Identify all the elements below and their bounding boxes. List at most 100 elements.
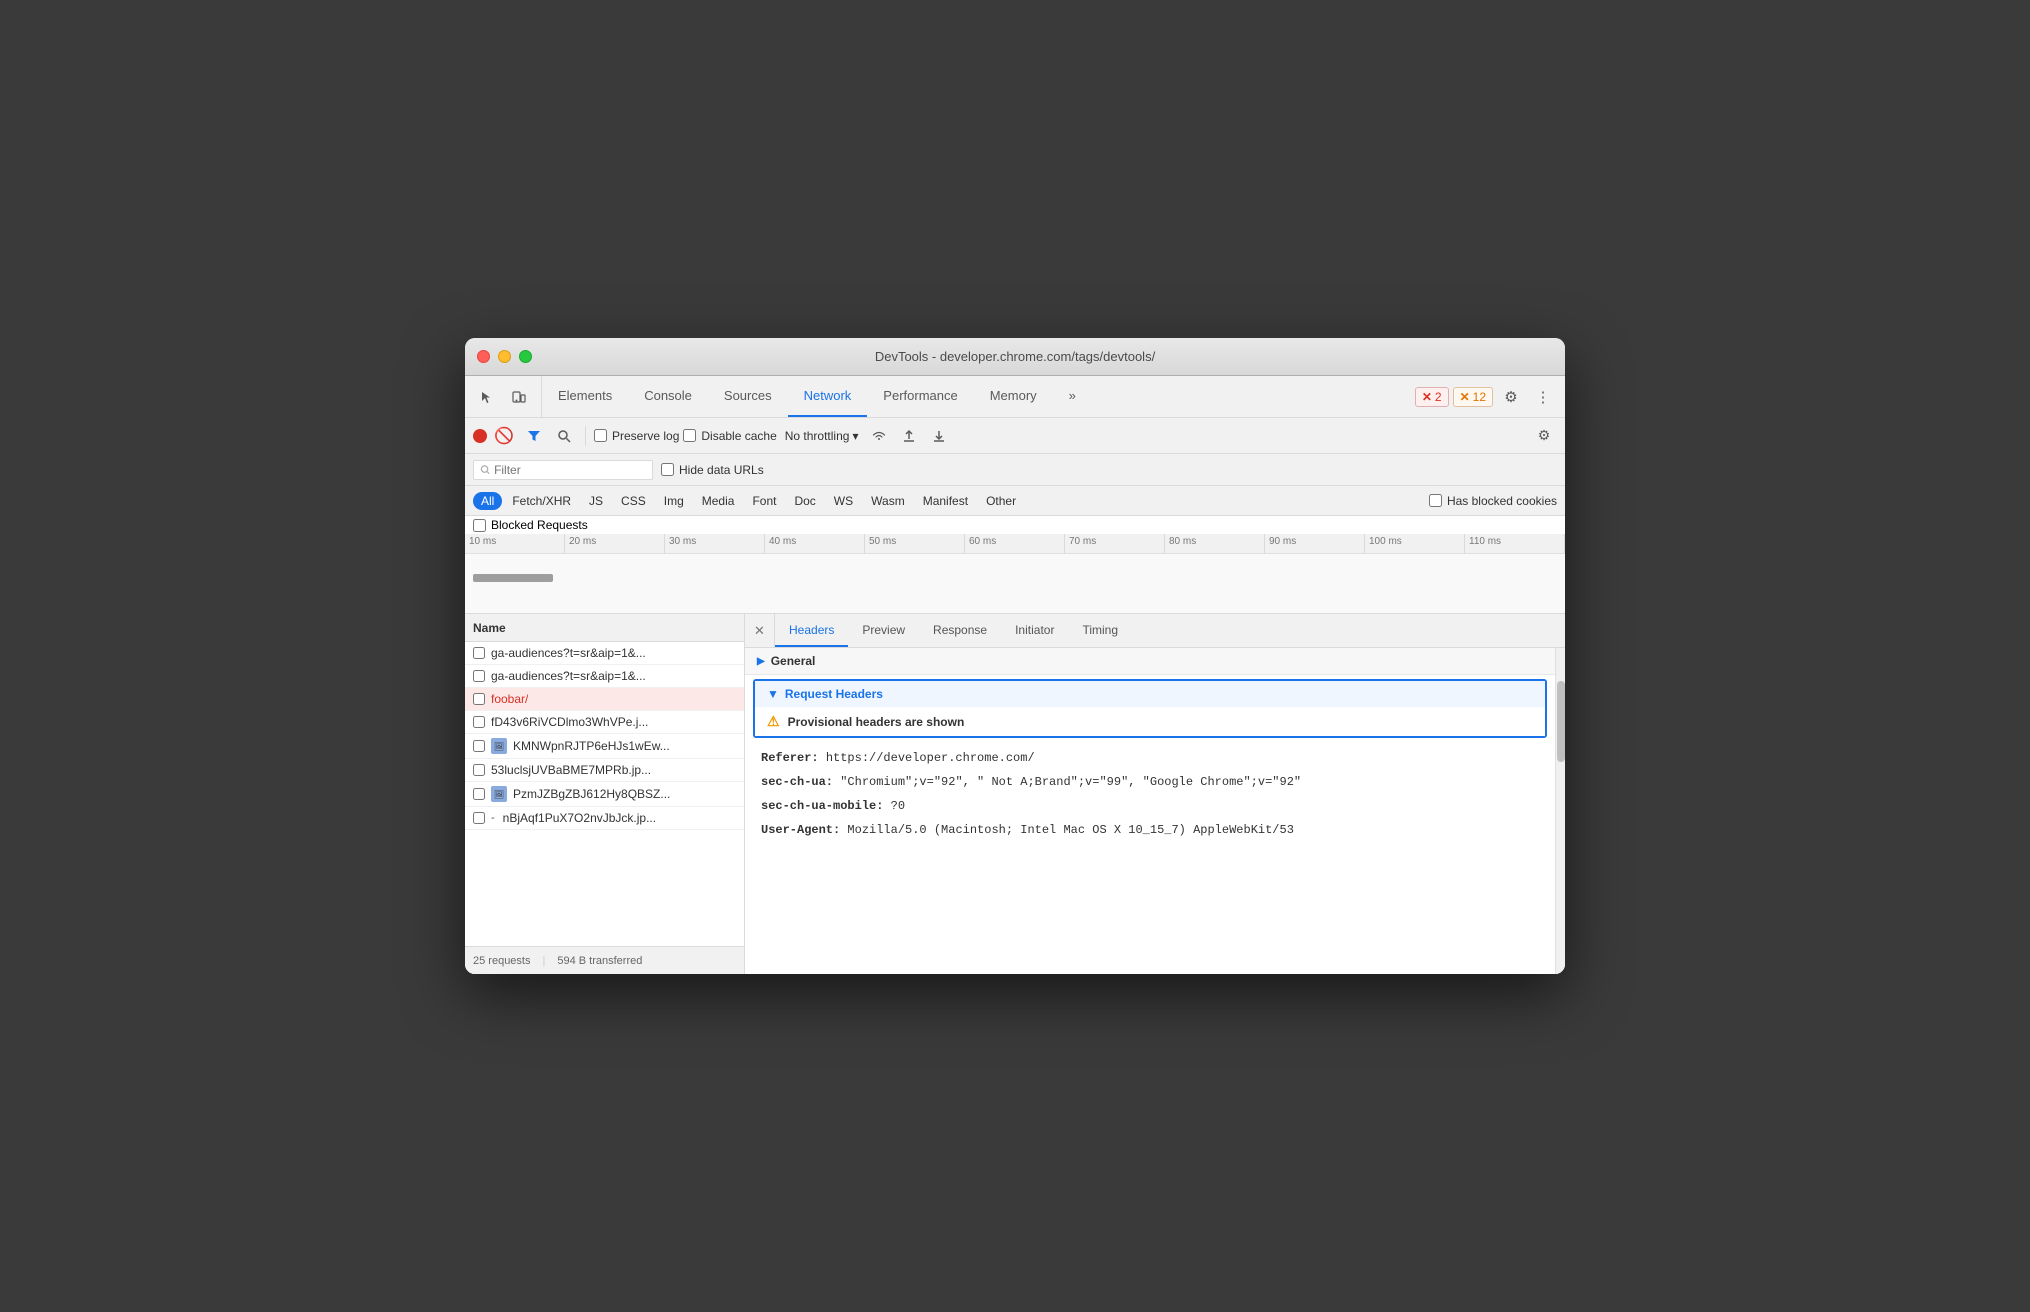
window-title: DevTools - developer.chrome.com/tags/dev…: [875, 349, 1155, 364]
more-menu-icon[interactable]: ⋮: [1529, 383, 1557, 411]
list-item[interactable]: fD43v6RiVCDlmo3WhVPe.j...: [465, 711, 744, 734]
cursor-icon[interactable]: [473, 383, 501, 411]
toolbar-separator-1: [585, 426, 586, 446]
type-btn-fetch-xhr[interactable]: Fetch/XHR: [504, 492, 579, 510]
detail-content: ▶ General ▼ Request Headers: [745, 648, 1555, 974]
tick-60ms: 60 ms: [965, 534, 1065, 553]
tick-40ms: 40 ms: [765, 534, 865, 553]
tab-more[interactable]: »: [1053, 376, 1092, 417]
table-row: sec-ch-ua: "Chromium";v="92", " Not A;Br…: [745, 770, 1555, 794]
record-button[interactable]: [473, 429, 487, 443]
network-settings-icon[interactable]: ⚙: [1531, 423, 1557, 449]
warning-triangle-icon: ⚠: [767, 713, 780, 730]
tab-sources[interactable]: Sources: [708, 376, 788, 417]
type-btn-js[interactable]: JS: [581, 492, 611, 510]
type-btn-ws[interactable]: WS: [826, 492, 861, 510]
type-btn-font[interactable]: Font: [744, 492, 784, 510]
request-headers-section: ▼ Request Headers ⚠ Provisional headers …: [745, 679, 1555, 738]
table-row: User-Agent: Mozilla/5.0 (Macintosh; Inte…: [745, 818, 1555, 842]
devtools-window: DevTools - developer.chrome.com/tags/dev…: [465, 338, 1565, 974]
throttling-dropdown[interactable]: No throttling ▾: [781, 427, 863, 445]
type-btn-doc[interactable]: Doc: [786, 492, 823, 510]
maximize-button[interactable]: [519, 350, 532, 363]
file-thumbnail: 🖼: [491, 786, 507, 802]
main-tabs: Elements Console Sources Network Perform…: [542, 376, 1407, 417]
list-item[interactable]: 🖼 KMNWpnRJTP6eHJs1wEw...: [465, 734, 744, 759]
close-button[interactable]: [477, 350, 490, 363]
download-icon[interactable]: [926, 423, 952, 449]
type-btn-wasm[interactable]: Wasm: [863, 492, 913, 510]
list-item[interactable]: ga-audiences?t=sr&aip=1&...: [465, 665, 744, 688]
upload-icon[interactable]: [896, 423, 922, 449]
traffic-lights: [477, 350, 532, 363]
type-btn-manifest[interactable]: Manifest: [915, 492, 976, 510]
file-checkbox[interactable]: [473, 647, 485, 659]
list-item[interactable]: 🖼 PzmJZBgZBJ612Hy8QBSZ...: [465, 782, 744, 807]
file-list-pane: Name ga-audiences?t=sr&aip=1&... ga-audi…: [465, 614, 745, 974]
list-item[interactable]: 53luclsjUVBaBME7MPRb.jp...: [465, 759, 744, 782]
list-item-selected[interactable]: foobar/: [465, 688, 744, 711]
file-checkbox[interactable]: [473, 693, 485, 705]
detail-close-button[interactable]: ✕: [745, 614, 775, 647]
devtools-body: Elements Console Sources Network Perform…: [465, 376, 1565, 974]
wifi-icon[interactable]: [866, 423, 892, 449]
type-btn-img[interactable]: Img: [656, 492, 692, 510]
table-row: Referer: https://developer.chrome.com/: [745, 746, 1555, 770]
detail-tab-headers[interactable]: Headers: [775, 614, 848, 647]
detail-scroll-thumb[interactable]: [1557, 681, 1565, 763]
disable-cache-checkbox[interactable]: Disable cache: [683, 429, 776, 443]
file-checkbox[interactable]: [473, 764, 485, 776]
tick-10ms: 10 ms: [465, 534, 565, 553]
type-btn-other[interactable]: Other: [978, 492, 1024, 510]
blocked-requests-checkbox[interactable]: [473, 519, 486, 532]
blocked-requests-label: Blocked Requests: [491, 518, 588, 532]
detail-tab-initiator[interactable]: Initiator: [1001, 614, 1068, 647]
detail-scroll-track: [1555, 648, 1565, 974]
detail-tab-timing[interactable]: Timing: [1068, 614, 1132, 647]
detail-pane: ✕ Headers Preview Response Initiator Tim…: [745, 614, 1565, 974]
tab-memory[interactable]: Memory: [974, 376, 1053, 417]
filter-icon[interactable]: [521, 423, 547, 449]
timeline-bar: 10 ms 20 ms 30 ms 40 ms 50 ms 60 ms 70 m…: [465, 534, 1565, 614]
tick-90ms: 90 ms: [1265, 534, 1365, 553]
search-icon[interactable]: [551, 423, 577, 449]
device-icon[interactable]: [505, 383, 533, 411]
file-checkbox[interactable]: [473, 716, 485, 728]
tick-70ms: 70 ms: [1065, 534, 1165, 553]
list-item[interactable]: - nBjAqf1PuX7O2nvJbJck.jp...: [465, 807, 744, 830]
filter-input[interactable]: [494, 463, 646, 477]
type-btn-all[interactable]: All: [473, 492, 502, 510]
preserve-log-checkbox[interactable]: Preserve log: [594, 429, 679, 443]
request-headers-header[interactable]: ▼ Request Headers: [755, 681, 1545, 707]
has-blocked-cookies-checkbox[interactable]: Has blocked cookies: [1429, 494, 1557, 508]
tab-bar-right: ✕ 2 ✕ 12 ⚙ ⋮: [1407, 376, 1565, 417]
provisional-warning: ⚠ Provisional headers are shown: [755, 707, 1545, 736]
type-btn-media[interactable]: Media: [694, 492, 743, 510]
list-item[interactable]: ga-audiences?t=sr&aip=1&...: [465, 642, 744, 665]
file-checkbox[interactable]: [473, 788, 485, 800]
detail-tab-response[interactable]: Response: [919, 614, 1001, 647]
detail-scroll-area: ▶ General ▼ Request Headers: [745, 648, 1565, 974]
file-checkbox[interactable]: [473, 740, 485, 752]
tab-network[interactable]: Network: [788, 376, 868, 417]
warning-badge[interactable]: ✕ 12: [1453, 387, 1493, 407]
type-btn-css[interactable]: CSS: [613, 492, 654, 510]
minimize-button[interactable]: [498, 350, 511, 363]
network-toolbar: 🚫 Preserve log Disable cache: [465, 418, 1565, 454]
tick-50ms: 50 ms: [865, 534, 965, 553]
detail-tab-preview[interactable]: Preview: [848, 614, 919, 647]
file-checkbox[interactable]: [473, 670, 485, 682]
hide-data-urls-checkbox[interactable]: Hide data URLs: [661, 463, 764, 477]
tick-100ms: 100 ms: [1365, 534, 1465, 553]
file-checkbox[interactable]: [473, 812, 485, 824]
block-icon[interactable]: 🚫: [491, 423, 517, 449]
title-bar: DevTools - developer.chrome.com/tags/dev…: [465, 338, 1565, 376]
tab-bar: Elements Console Sources Network Perform…: [465, 376, 1565, 418]
tab-console[interactable]: Console: [628, 376, 708, 417]
tab-elements[interactable]: Elements: [542, 376, 628, 417]
file-list-header: Name: [465, 614, 744, 642]
general-section-header[interactable]: ▶ General: [745, 648, 1555, 675]
error-badge[interactable]: ✕ 2: [1415, 387, 1449, 407]
settings-icon[interactable]: ⚙: [1497, 383, 1525, 411]
tab-performance[interactable]: Performance: [867, 376, 973, 417]
